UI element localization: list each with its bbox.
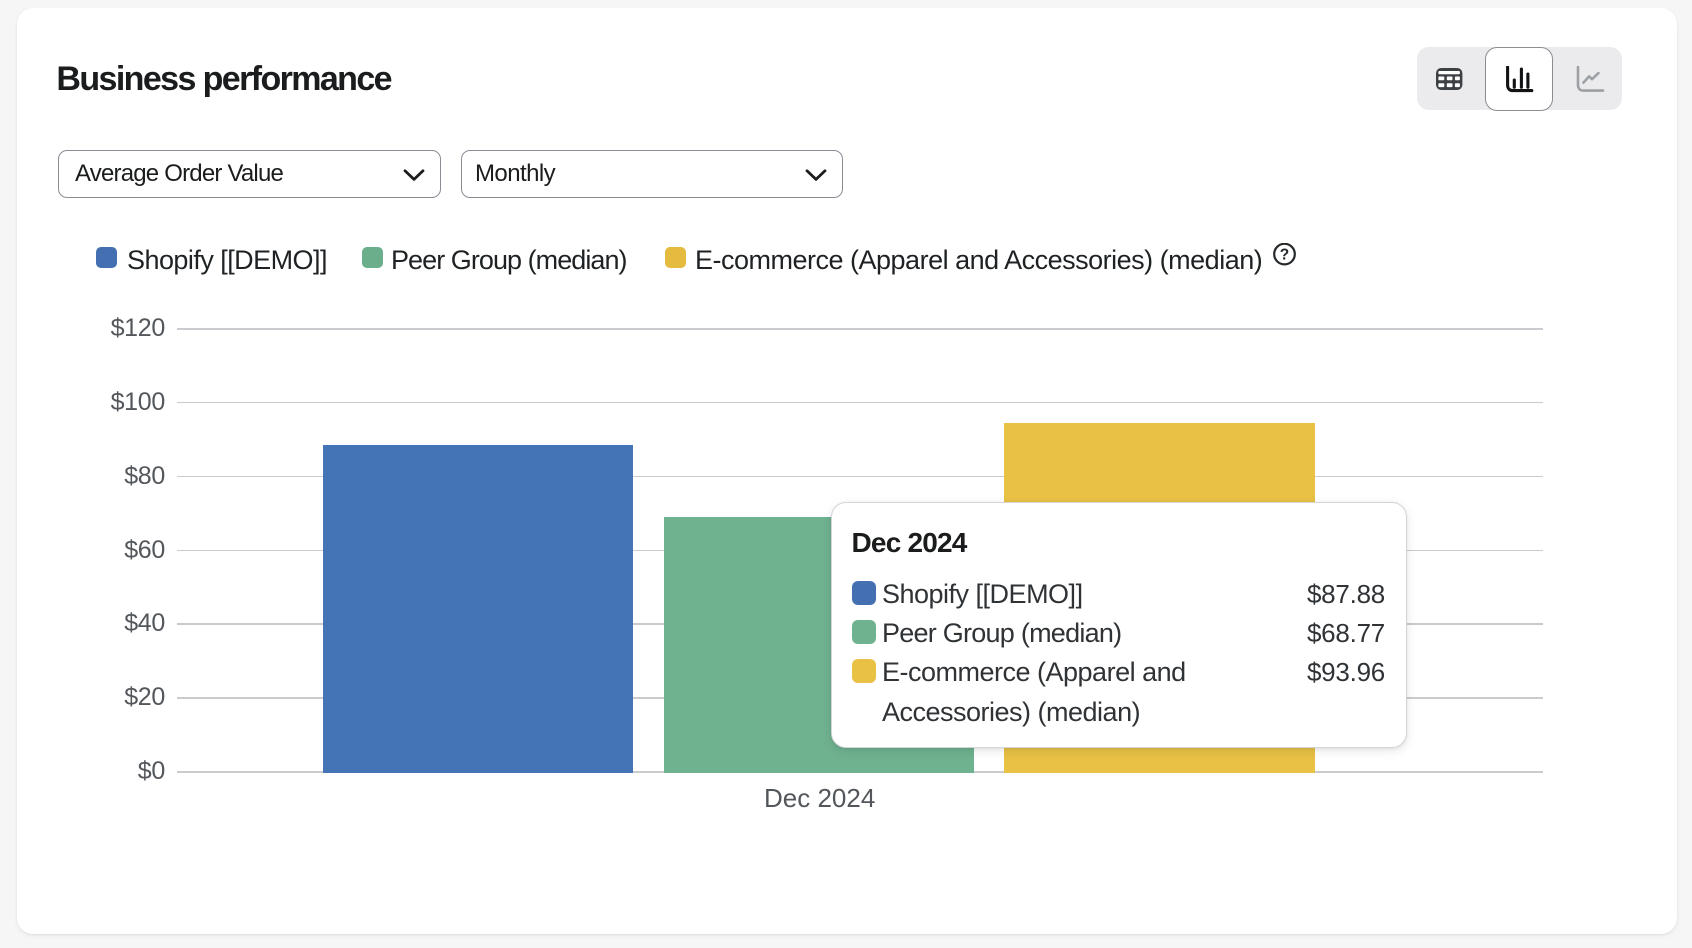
svg-text:?: ? xyxy=(1279,246,1288,263)
